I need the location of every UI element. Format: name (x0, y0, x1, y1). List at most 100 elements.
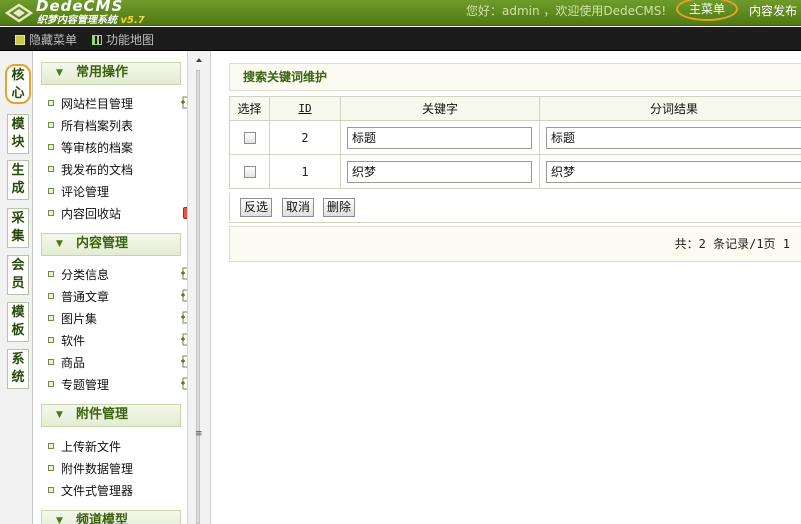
dedecms-logo-icon (5, 3, 33, 23)
menu-item-label: 分类信息 (61, 267, 110, 282)
menu-item-pending-docs[interactable]: 等审核的档案 (48, 138, 133, 156)
group-title: 频道模型 (76, 513, 129, 524)
bullet-icon (48, 210, 54, 216)
bullet-icon (48, 465, 54, 471)
menu-item-label: 普通文章 (61, 289, 110, 304)
row-result-cell: 织梦 (539, 154, 801, 189)
result-input[interactable]: 织梦 (546, 160, 801, 183)
scrollbar-track[interactable] (196, 70, 200, 524)
logo-subtitle: 织梦内容管理系统 v5.7 (37, 11, 145, 26)
menu-item-articles[interactable]: 普通文章 (48, 287, 109, 305)
menu-item-label: 所有档案列表 (61, 118, 134, 133)
col-keyword: 关键字 (340, 96, 540, 121)
menu-splitter[interactable]: ≡ (188, 51, 211, 524)
menu-item-label: 商品 (61, 355, 86, 370)
group-title: 常用操作 (76, 65, 129, 80)
menu-item-label: 等审核的档案 (61, 140, 134, 155)
bullet-icon (48, 443, 54, 449)
menu-item-comments[interactable]: 评论管理 (48, 182, 109, 200)
menu-item-label: 我发布的文档 (61, 162, 134, 177)
keyword-input[interactable]: 标题 (347, 126, 532, 149)
invert-selection-button[interactable]: 反选 (240, 198, 273, 217)
chevron-down-icon: ▼ (56, 68, 63, 78)
keyword-input[interactable]: 织梦 (347, 160, 532, 183)
content-publish-link[interactable]: 内容发布 (749, 2, 797, 19)
menu-item-my-docs[interactable]: 我发布的文档 (48, 160, 133, 178)
add-icon[interactable] (180, 377, 188, 390)
add-icon[interactable] (180, 333, 188, 346)
chevron-down-icon: ▼ (56, 239, 63, 249)
menu-group-attachments[interactable]: ▼ 附件管理 (41, 404, 181, 427)
menu-item-label: 内容回收站 (61, 206, 122, 221)
left-menu: ▼ 常用操作 网站栏目管理 所有档案列表 等审核的档案 我发布的文档 评论管理 … (34, 51, 188, 524)
vtab-collect[interactable]: 采集 (7, 208, 29, 248)
bullet-icon (48, 100, 54, 106)
vtab-member[interactable]: 会员 (7, 255, 29, 295)
chevron-down-icon: ▼ (56, 410, 63, 420)
menu-item-column-manage[interactable]: 网站栏目管理 (48, 94, 133, 112)
add-icon[interactable] (180, 289, 188, 302)
table-row: 1 织梦 织梦 (229, 154, 801, 189)
add-icon[interactable] (180, 355, 188, 368)
row-select-cell (229, 154, 270, 189)
delete-button[interactable]: 删除 (323, 198, 356, 217)
add-icon[interactable] (180, 311, 188, 324)
menu-item-recycle-bin[interactable]: 内容回收站 (48, 204, 121, 222)
menu-item-upload[interactable]: 上传新文件 (48, 437, 121, 455)
chevron-down-icon: ▼ (56, 516, 63, 524)
menu-item-classified[interactable]: 分类信息 (48, 265, 109, 283)
grip-icon[interactable]: ≡ (195, 430, 203, 439)
add-icon[interactable] (180, 267, 188, 280)
bullet-icon (48, 122, 54, 128)
vtab-module[interactable]: 模块 (7, 114, 29, 154)
menu-item-goods[interactable]: 商品 (48, 353, 85, 371)
vtab-core[interactable]: 核心 (5, 64, 31, 104)
hide-menu-button[interactable]: 隐藏菜单 (15, 31, 77, 48)
row-id: 2 (269, 120, 341, 155)
bullet-icon (48, 144, 54, 150)
bullet-icon (48, 359, 54, 365)
bullet-icon (48, 293, 54, 299)
row-result-cell: 标题 (539, 120, 801, 155)
menu-item-attachment-data[interactable]: 附件数据管理 (48, 459, 133, 477)
bullet-icon (48, 315, 54, 321)
pagination-summary: 共：2 条记录/1页 1 (229, 226, 801, 262)
menu-item-label: 网站栏目管理 (61, 96, 134, 111)
bullet-icon (48, 381, 54, 387)
cancel-button[interactable]: 取消 (282, 198, 315, 217)
group-title: 内容管理 (76, 236, 129, 251)
page-title: 搜索关键词维护 (229, 63, 801, 91)
main-menu-link[interactable]: 主菜单 (676, 0, 738, 21)
keyword-table: 选择 ID 关键字 分词结果 2 标题 标题 1 织梦 织梦 (229, 96, 801, 189)
add-icon[interactable] (180, 96, 188, 109)
col-id[interactable]: ID (269, 96, 341, 121)
bullet-icon (48, 271, 54, 277)
menu-group-common[interactable]: ▼ 常用操作 (41, 62, 181, 85)
bullet-icon (48, 487, 54, 493)
menu-item-label: 附件数据管理 (61, 461, 134, 476)
menu-item-gallery[interactable]: 图片集 (48, 309, 97, 327)
vtab-system[interactable]: 系统 (7, 349, 29, 389)
menu-item-file-manager[interactable]: 文件式管理器 (48, 481, 133, 499)
site-map-icon (92, 34, 102, 45)
row-checkbox[interactable] (243, 131, 256, 144)
menu-group-channel-model[interactable]: ▼ 频道模型 (41, 510, 181, 524)
menu-item-label: 评论管理 (61, 184, 110, 199)
hide-menu-label: 隐藏菜单 (29, 33, 78, 47)
menu-item-label: 专题管理 (61, 377, 110, 392)
menu-item-software[interactable]: 软件 (48, 331, 85, 349)
row-checkbox[interactable] (243, 165, 256, 178)
result-input[interactable]: 标题 (546, 126, 801, 149)
scroll-up-icon[interactable] (196, 58, 202, 62)
group-title: 附件管理 (76, 407, 129, 422)
top-header: DedeCMS 织梦内容管理系统 v5.7 您好：admin ，欢迎使用Dede… (0, 0, 801, 26)
menu-group-content[interactable]: ▼ 内容管理 (41, 233, 181, 256)
site-map-button[interactable]: 功能地图 (92, 31, 154, 48)
action-bar: 反选 取消 删除 (229, 193, 801, 223)
vtab-generate[interactable]: 生成 (7, 160, 29, 200)
menu-item-topics[interactable]: 专题管理 (48, 375, 109, 393)
site-map-label: 功能地图 (106, 33, 155, 47)
vtab-template[interactable]: 模板 (7, 302, 29, 342)
menu-item-all-docs[interactable]: 所有档案列表 (48, 116, 133, 134)
sub-toolbar: 隐藏菜单 功能地图 (0, 27, 801, 51)
